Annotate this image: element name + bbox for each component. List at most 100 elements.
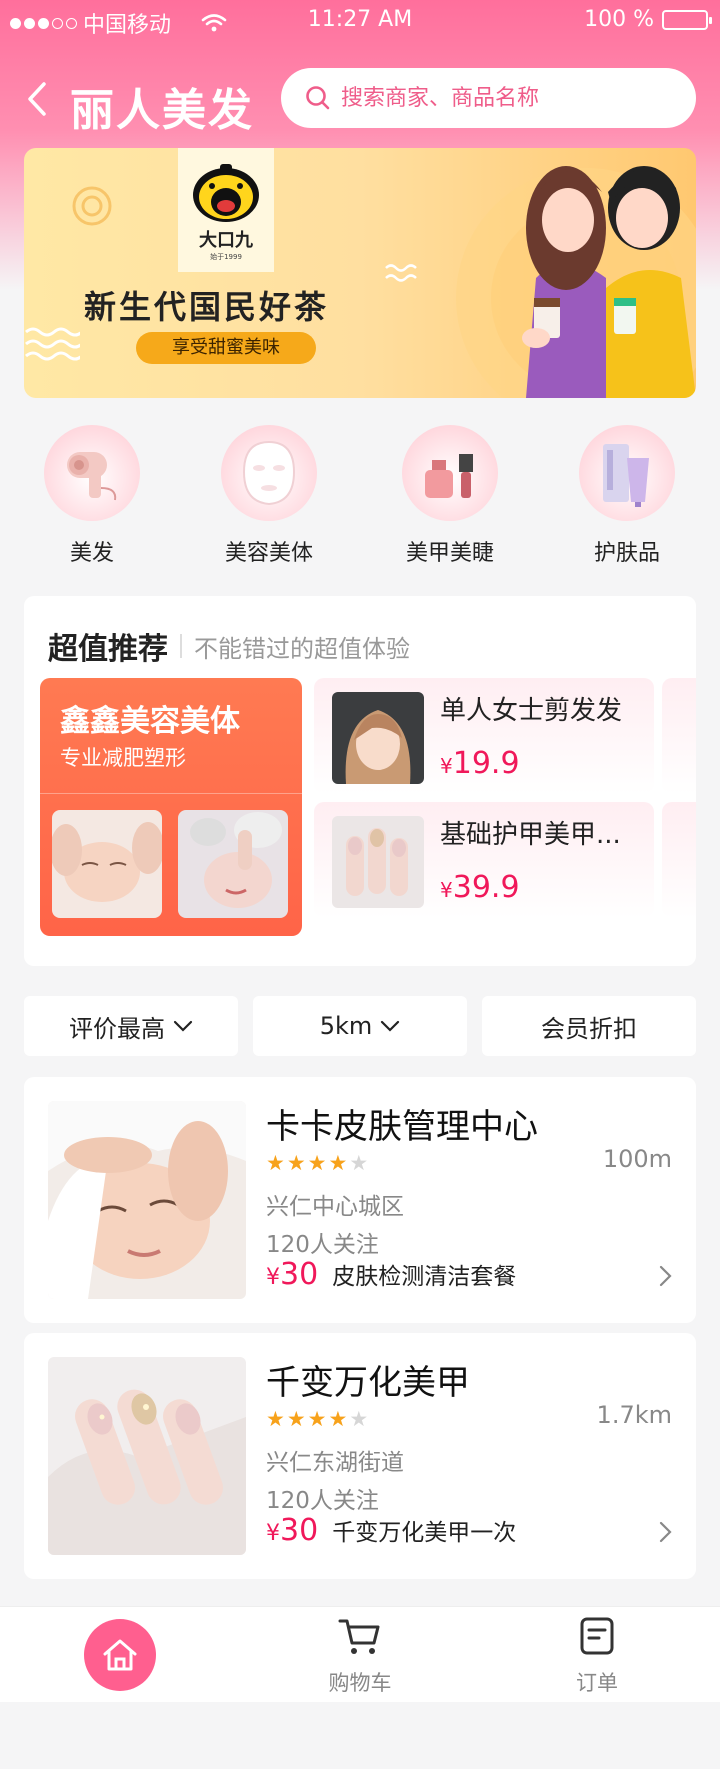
price-value: 19.9	[452, 746, 520, 781]
promo-image-massage	[178, 810, 288, 918]
search-bar[interactable]	[281, 68, 696, 128]
deal-price: ¥19.9	[440, 746, 520, 781]
deal-image-nails	[332, 816, 424, 908]
face-mask-icon	[242, 440, 296, 506]
recommend-subtitle: 不能错过的超值体验	[194, 634, 410, 663]
star-icon: ★	[286, 1151, 306, 1175]
shop-distance: 1.7km	[596, 1401, 672, 1429]
star-empty-icon: ★	[349, 1407, 369, 1431]
category-label: 美容美体	[224, 541, 313, 566]
deal-card[interactable]: 单人女士剪发发 ¥19.9	[314, 678, 654, 794]
brand-logo: 大口九 始于1999	[178, 148, 274, 272]
filter-label: 5km	[319, 1012, 373, 1040]
currency-symbol: ¥	[440, 878, 453, 902]
star-icon: ★	[266, 1151, 285, 1175]
shop-followers: 120人关注	[266, 1488, 379, 1514]
deal-name: 单人女士剪发发	[440, 696, 623, 726]
filter-label: 评价最高	[69, 1014, 165, 1043]
brand-since: 始于1999	[210, 253, 242, 261]
cart-icon	[338, 1619, 380, 1654]
category-hair[interactable]: 美发	[22, 425, 162, 567]
category-icon-circle	[579, 425, 675, 521]
star-rating: ★ ★ ★ ★ ★	[266, 1151, 368, 1175]
battery-label: 100 %	[584, 7, 654, 32]
mascot-icon	[193, 164, 259, 222]
home-icon	[103, 1639, 137, 1671]
tab-cart[interactable]: 购物车	[290, 1607, 430, 1703]
skincare-tube-icon	[603, 444, 649, 507]
shop-offer: ¥ 30 皮肤检测清洁套餐	[266, 1257, 516, 1292]
divider	[180, 634, 182, 658]
category-beauty[interactable]: 美容美体	[199, 425, 339, 567]
offer-price: 30	[280, 1257, 319, 1292]
ring-decoration	[72, 186, 112, 226]
category-nails[interactable]: 美甲美睫	[380, 425, 520, 567]
tab-orders[interactable]: 订单	[527, 1607, 667, 1703]
deal-image-haircut	[332, 692, 424, 784]
banner-headline: 新生代国民好茶	[84, 288, 330, 326]
brand-name: 大口九	[199, 230, 253, 251]
category-icon-circle	[221, 425, 317, 521]
shop-area: 兴仁东湖街道	[266, 1450, 404, 1476]
price-value: 39.9	[452, 870, 520, 905]
shop-card[interactable]: 卡卡皮肤管理中心 ★ ★ ★ ★ ★ 100m 兴仁中心城区 120人关注 ¥ 30 皮…	[24, 1077, 696, 1323]
promo-banner[interactable]: 大口九 始于1999 新生代国民好茶 享受甜蜜美味	[24, 148, 696, 398]
deal-card-peek[interactable]	[662, 678, 696, 794]
deal-card-peek[interactable]	[662, 802, 696, 918]
wave-decoration	[385, 264, 417, 282]
recommend-title: 超值推荐	[48, 632, 168, 667]
recommend-card: 超值推荐 不能错过的超值体验 鑫鑫美容美体 专业减肥塑形 单人女士剪发发 ¥19…	[24, 596, 696, 966]
star-icon: ★	[307, 1407, 327, 1431]
deal-card[interactable]: 基础护甲美甲... ¥39.9	[314, 802, 654, 918]
tab-label: 订单	[576, 1671, 618, 1695]
search-icon	[306, 86, 330, 110]
chevron-right-icon[interactable]	[658, 1521, 674, 1543]
filter-member-discount[interactable]: 会员折扣	[482, 996, 696, 1056]
nav-bar: 丽人美发	[0, 68, 720, 136]
chevron-right-icon[interactable]	[658, 1265, 674, 1287]
shop-photo-nails	[48, 1357, 246, 1555]
filter-distance[interactable]: 5km	[253, 996, 467, 1056]
offer-price: 30	[280, 1513, 319, 1548]
currency-symbol: ¥	[266, 1521, 280, 1546]
battery-icon	[662, 9, 712, 30]
star-icon: ★	[328, 1407, 348, 1431]
star-icon: ★	[307, 1151, 327, 1175]
shop-distance: 100m	[602, 1145, 672, 1173]
tab-bar: 购物车 订单	[0, 1606, 720, 1702]
category-label: 美甲美睫	[405, 541, 494, 566]
promo-card[interactable]: 鑫鑫美容美体 专业减肥塑形	[40, 678, 302, 936]
banner-pill: 享受甜蜜美味	[136, 332, 316, 364]
offer-package: 千变万化美甲一次	[332, 1520, 517, 1546]
back-arrow-icon[interactable]	[20, 80, 56, 118]
page-title: 丽人美发	[70, 85, 254, 136]
nail-polish-icon	[425, 454, 473, 498]
wave-decoration	[25, 327, 80, 361]
tab-home[interactable]	[50, 1607, 190, 1703]
shop-name: 卡卡皮肤管理中心	[266, 1107, 538, 1147]
category-label: 护肤品	[593, 541, 660, 566]
order-icon	[580, 1617, 614, 1655]
currency-symbol: ¥	[440, 754, 453, 778]
shop-card[interactable]: 千变万化美甲 ★ ★ ★ ★ ★ 1.7km 兴仁东湖街道 120人关注 ¥ 30 千变…	[24, 1333, 696, 1579]
promo-subtitle: 专业减肥塑形	[60, 746, 186, 770]
star-icon: ★	[266, 1407, 285, 1431]
filter-bar: 评价最高 5km 会员折扣	[24, 996, 696, 1056]
deal-price: ¥39.9	[440, 870, 520, 905]
category-skincare[interactable]: 护肤品	[557, 425, 697, 567]
category-label: 美发	[69, 541, 114, 566]
recommend-header: 超值推荐 不能错过的超值体验	[48, 624, 410, 668]
shop-offer: ¥ 30 千变万化美甲一次	[266, 1513, 516, 1548]
search-input[interactable]	[341, 85, 671, 111]
currency-symbol: ¥	[266, 1265, 280, 1290]
chevron-down-icon	[173, 1020, 193, 1032]
star-icon: ★	[286, 1407, 306, 1431]
promo-title: 鑫鑫美容美体	[60, 704, 240, 739]
illustration-girls-with-tea	[456, 166, 696, 398]
deal-name: 基础护甲美甲...	[440, 820, 621, 850]
offer-package: 皮肤检测清洁套餐	[332, 1264, 517, 1290]
home-button[interactable]	[84, 1619, 156, 1691]
promo-image-facial	[52, 810, 162, 918]
status-bar: 中国移动 11:27 AM 100 %	[0, 0, 720, 40]
filter-rating[interactable]: 评价最高	[24, 996, 238, 1056]
